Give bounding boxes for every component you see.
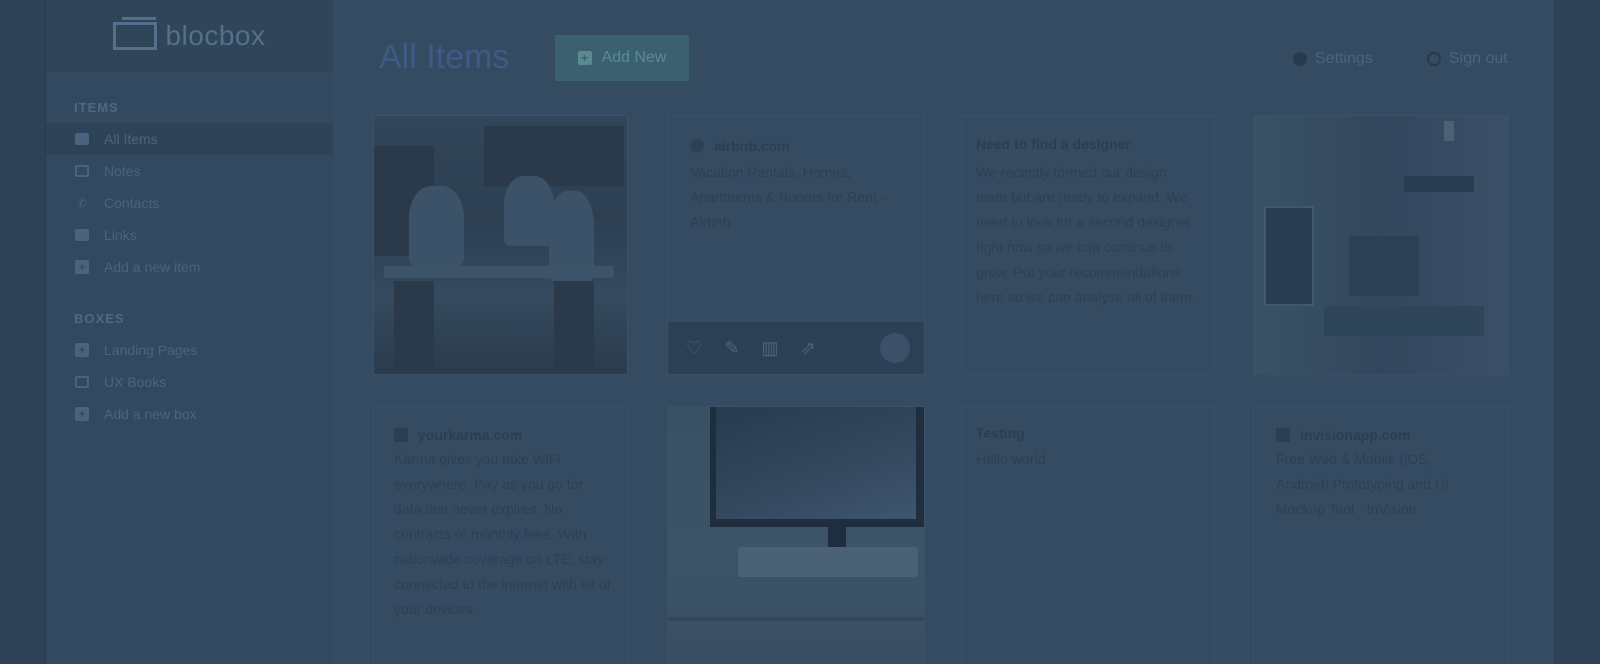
settings-label: Settings — [1315, 50, 1373, 67]
sidebar-item-landing-pages[interactable]: + Landing Pages — [46, 334, 333, 366]
note-icon — [74, 164, 90, 178]
sidebar-item-label: Add a new box — [104, 406, 197, 422]
card-note-testing[interactable]: Testing Hello world — [961, 406, 1215, 664]
box-icon — [74, 375, 90, 389]
app-window: blocbox ITEMS All Items Notes ✆ Contacts… — [0, 0, 1600, 664]
plus-icon: + — [577, 51, 592, 65]
grid-icon — [74, 132, 90, 146]
share-icon[interactable]: ⇗ — [798, 339, 818, 357]
boxes-section: BOXES + Landing Pages UX Books + Add a n… — [46, 311, 333, 430]
left-gutter — [0, 0, 46, 664]
card-site: yourkarma.com — [394, 427, 522, 443]
card-title: Testing — [976, 425, 1025, 441]
briefcase-icon — [74, 228, 90, 242]
sidebar-item-notes[interactable]: Notes — [46, 155, 333, 187]
logo-icon — [113, 17, 158, 50]
card-text: We recently formed our design team but a… — [976, 164, 1196, 305]
card-image-desk[interactable] — [667, 406, 925, 664]
sidebar-item-label: Notes — [104, 163, 141, 179]
items-heading: ITEMS — [74, 100, 119, 115]
sidebar-item-ux-books[interactable]: UX Books — [46, 366, 333, 398]
sidebar-item-label: Links — [104, 227, 137, 243]
gear-icon — [1293, 52, 1307, 66]
boxes-heading: BOXES — [74, 311, 125, 326]
card-site: airbnb.com — [690, 138, 789, 154]
plus-icon: + — [74, 343, 90, 357]
card-text: Hello world — [976, 451, 1046, 467]
main-content: All Items + Add New Settings Sign out ai… — [333, 0, 1554, 664]
power-icon — [1427, 52, 1441, 66]
brand[interactable]: blocbox — [46, 0, 333, 72]
card-site-label: airbnb.com — [714, 138, 790, 154]
sidebar-item-add-box[interactable]: + Add a new box — [46, 398, 333, 430]
plus-icon: + — [74, 407, 90, 421]
signout-link[interactable]: Sign out — [1427, 50, 1508, 68]
plus-icon: + — [74, 260, 90, 274]
card-site-label: yourkarma.com — [418, 427, 523, 443]
edit-icon[interactable]: ✎ — [722, 339, 742, 357]
page-title: All Items — [379, 38, 510, 76]
card-title: Need to find a designer — [976, 136, 1131, 152]
trash-icon[interactable]: ▥ — [760, 339, 780, 357]
card-actions: ♡ ✎ ▥ ⇗ — [668, 322, 924, 374]
card-link-invision[interactable]: invisionapp.com Free Web & Mobile (iOS, … — [1253, 406, 1509, 664]
items-section: ITEMS All Items Notes ✆ Contacts Links +… — [46, 100, 333, 283]
card-note-designer[interactable]: Need to find a designer We recently form… — [961, 115, 1215, 375]
card-image-room[interactable] — [1253, 115, 1509, 375]
sidebar-item-label: Landing Pages — [104, 342, 198, 358]
sidebar-item-links[interactable]: Links — [46, 219, 333, 251]
cafe-photo — [374, 116, 627, 374]
sidebar-item-label: UX Books — [104, 374, 167, 390]
sidebar-item-add-item[interactable]: + Add a new item — [46, 251, 333, 283]
card-link-airbnb[interactable]: airbnb.com Vacation Rentals, Homes, Apar… — [667, 115, 925, 375]
sidebar-item-label: All Items — [104, 131, 158, 147]
sidebar-item-label: Contacts — [104, 195, 160, 211]
room-photo — [1254, 116, 1508, 374]
settings-link[interactable]: Settings — [1293, 50, 1373, 68]
pin-icon[interactable] — [880, 333, 910, 363]
karma-favicon-icon — [394, 428, 408, 442]
sidebar: blocbox ITEMS All Items Notes ✆ Contacts… — [46, 0, 333, 664]
airbnb-favicon-icon — [690, 139, 704, 153]
heart-icon[interactable]: ♡ — [684, 339, 704, 357]
sidebar-item-contacts[interactable]: ✆ Contacts — [46, 187, 333, 219]
card-site: invisionapp.com — [1276, 427, 1410, 443]
sidebar-item-all-items[interactable]: All Items — [46, 123, 333, 155]
phone-icon: ✆ — [76, 196, 88, 210]
brand-name: blocbox — [165, 20, 266, 51]
right-gutter — [1554, 0, 1600, 664]
card-image-cafe[interactable] — [373, 115, 628, 375]
card-text: Vacation Rentals, Homes, Apartments & Ro… — [690, 164, 886, 230]
card-text: Free Web & Mobile (iOS, Android) Prototy… — [1276, 451, 1449, 517]
sidebar-item-label: Add a new item — [104, 259, 201, 275]
card-site-label: invisionapp.com — [1300, 427, 1411, 443]
card-link-karma[interactable]: yourkarma.com Karma gives you take WiFi … — [373, 406, 628, 664]
add-new-label: Add New — [601, 49, 667, 66]
invision-favicon-icon — [1276, 428, 1290, 442]
card-text: Karma gives you take WiFi everywhere. Pa… — [394, 451, 611, 617]
add-new-button[interactable]: + Add New — [555, 35, 689, 81]
desk-photo — [668, 407, 924, 664]
signout-label: Sign out — [1449, 50, 1508, 67]
